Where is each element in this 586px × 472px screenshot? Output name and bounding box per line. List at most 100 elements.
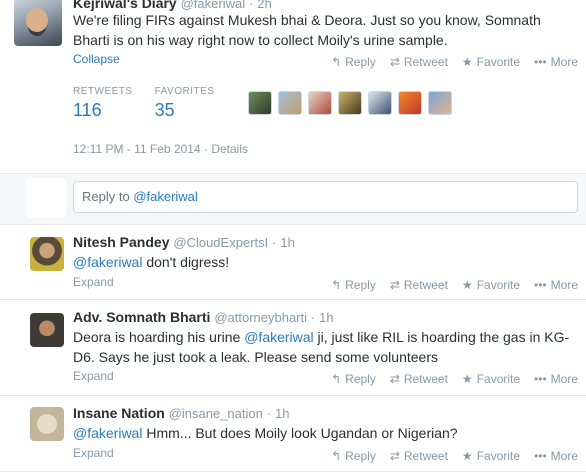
- favorite-button[interactable]: ★ Favorite: [462, 372, 520, 386]
- reply-button[interactable]: ↰ Reply: [331, 55, 376, 69]
- reply-icon: ↰: [331, 278, 342, 292]
- favorite-button[interactable]: ★ Favorite: [462, 449, 520, 463]
- reply-button[interactable]: ↰ Reply: [331, 372, 376, 386]
- list-item[interactable]: Insane Nation @insane_nation · 1h @faker…: [0, 396, 586, 472]
- favorite-label: Favorite: [476, 55, 521, 69]
- more-button[interactable]: ••• More: [534, 55, 578, 69]
- list-item[interactable]: Nitesh Pandey @CloudExpertsI · 1h @faker…: [0, 225, 586, 300]
- favorites-stat[interactable]: FAVORITES 35: [155, 86, 215, 121]
- favorite-label: Favorite: [476, 278, 521, 292]
- retweet-label: Retweet: [403, 372, 448, 386]
- tweet-text: @fakeriwal don't digress!: [73, 252, 578, 272]
- author-username[interactable]: @insane_nation: [169, 406, 263, 421]
- tweet-header: Nitesh Pandey @CloudExpertsI · 1h: [73, 234, 295, 250]
- avatar[interactable]: [30, 313, 64, 347]
- reply-button[interactable]: ↰ Reply: [331, 278, 376, 292]
- favoriter-avatar[interactable]: [308, 91, 332, 115]
- avatar[interactable]: [30, 407, 64, 441]
- details-link[interactable]: Details: [211, 142, 248, 156]
- reply-label: Reply: [345, 278, 376, 292]
- favorites-label: FAVORITES: [154, 86, 215, 97]
- reply-label: Reply: [345, 449, 376, 463]
- favoriter-avatar[interactable]: [368, 91, 392, 115]
- retweets-stat[interactable]: RETWEETS 116: [73, 86, 133, 121]
- favoriter-avatar[interactable]: [338, 91, 362, 115]
- author-username[interactable]: @CloudExpertsI: [173, 235, 268, 250]
- text-after: don't digress!: [142, 254, 230, 270]
- retweet-label: Retweet: [403, 449, 448, 463]
- expand-link[interactable]: Expand: [73, 275, 114, 289]
- tweet-actions: ↰ Reply ⇄ Retweet ★ Favorite ••• More: [331, 55, 578, 69]
- tweet-text: We're filing FIRs against Mukesh bhai & …: [73, 12, 541, 48]
- reply-label: Reply: [345, 372, 376, 386]
- mention-link[interactable]: @fakeriwal: [73, 425, 142, 441]
- reply-icon: ↰: [331, 55, 342, 69]
- author-fullname[interactable]: Insane Nation: [73, 405, 165, 421]
- tweet-stats: RETWEETS 116 FAVORITES 35: [73, 86, 214, 121]
- author-username[interactable]: @attorneybharti: [214, 310, 307, 325]
- retweets-count: 116: [73, 100, 102, 120]
- reply-input[interactable]: Reply to @fakeriwal: [73, 181, 578, 213]
- author-fullname[interactable]: Nitesh Pandey: [73, 234, 169, 250]
- ellipsis-icon: •••: [534, 449, 547, 463]
- avatar[interactable]: [30, 237, 64, 271]
- text-before: Deora is hoarding his urine: [73, 329, 245, 345]
- retweet-button[interactable]: ⇄ Retweet: [390, 372, 448, 386]
- reply-button[interactable]: ↰ Reply: [331, 449, 376, 463]
- favorites-count: 35: [154, 100, 175, 120]
- retweet-button[interactable]: ⇄ Retweet: [390, 55, 448, 69]
- retweet-icon: ⇄: [389, 449, 400, 463]
- reply-icon: ↰: [331, 372, 342, 386]
- more-label: More: [550, 278, 578, 292]
- tweet-time[interactable]: 1h: [275, 406, 289, 421]
- text-after: Hmm... But does Moily look Ugandan or Ni…: [142, 425, 458, 441]
- retweet-label: Retweet: [403, 55, 448, 69]
- more-button[interactable]: ••• More: [534, 372, 578, 386]
- reply-placeholder: Reply to: [82, 189, 134, 204]
- collapse-link[interactable]: Collapse: [73, 52, 120, 66]
- favorite-label: Favorite: [476, 449, 521, 463]
- retweet-icon: ⇄: [389, 278, 400, 292]
- retweet-button[interactable]: ⇄ Retweet: [390, 278, 448, 292]
- mention-link[interactable]: @fakeriwal: [244, 329, 313, 345]
- more-button[interactable]: ••• More: [534, 278, 578, 292]
- ellipsis-icon: •••: [534, 372, 547, 386]
- tweet-text: @fakeriwal Hmm... But does Moily look Ug…: [73, 423, 578, 443]
- avatar[interactable]: [14, 0, 62, 46]
- tweet-time[interactable]: 1h: [280, 235, 294, 250]
- favoriter-avatar[interactable]: [248, 91, 272, 115]
- ellipsis-icon: •••: [534, 278, 547, 292]
- retweet-icon: ⇄: [389, 372, 400, 386]
- retweets-label: RETWEETS: [73, 86, 133, 97]
- list-item[interactable]: Adv. Somnath Bharti @attorneybharti · 1h…: [0, 300, 586, 396]
- expand-link[interactable]: Expand: [73, 446, 114, 460]
- favoriter-avatar[interactable]: [278, 91, 302, 115]
- favorite-button[interactable]: ★ Favorite: [462, 278, 520, 292]
- timestamp-separator: ·: [203, 142, 208, 156]
- more-label: More: [550, 372, 578, 386]
- more-label: More: [550, 449, 578, 463]
- favorite-button[interactable]: ★ Favorite: [462, 55, 520, 69]
- retweet-button[interactable]: ⇄ Retweet: [390, 449, 448, 463]
- tweet-text: Deora is hoarding his urine @fakeriwal j…: [73, 327, 578, 367]
- tweet-conversation: Kejriwal's Diary @fakeriwal · 2h We're f…: [0, 0, 586, 472]
- expand-link[interactable]: Expand: [73, 369, 114, 383]
- reply-icon: ↰: [331, 449, 342, 463]
- favorite-label: Favorite: [476, 372, 521, 386]
- tweet-header: Insane Nation @insane_nation · 1h: [73, 405, 289, 421]
- star-icon: ★: [461, 55, 473, 69]
- avatar: [26, 178, 66, 218]
- more-button[interactable]: ••• More: [534, 449, 578, 463]
- star-icon: ★: [461, 449, 473, 463]
- more-label: More: [550, 55, 578, 69]
- favoriter-avatars: [248, 91, 452, 115]
- tweet-timestamp[interactable]: 12:11 PM - 11 Feb 2014: [73, 142, 201, 156]
- retweet-icon: ⇄: [389, 55, 400, 69]
- mention-link[interactable]: @fakeriwal: [73, 254, 142, 270]
- tweet-actions: ↰ Reply ⇄ Retweet ★ Favorite ••• More: [331, 278, 578, 292]
- reply-mention: @fakeriwal: [133, 189, 198, 204]
- tweet-time[interactable]: 1h: [319, 310, 333, 325]
- author-fullname[interactable]: Adv. Somnath Bharti: [73, 309, 210, 325]
- favoriter-avatar[interactable]: [428, 91, 452, 115]
- favoriter-avatar[interactable]: [398, 91, 422, 115]
